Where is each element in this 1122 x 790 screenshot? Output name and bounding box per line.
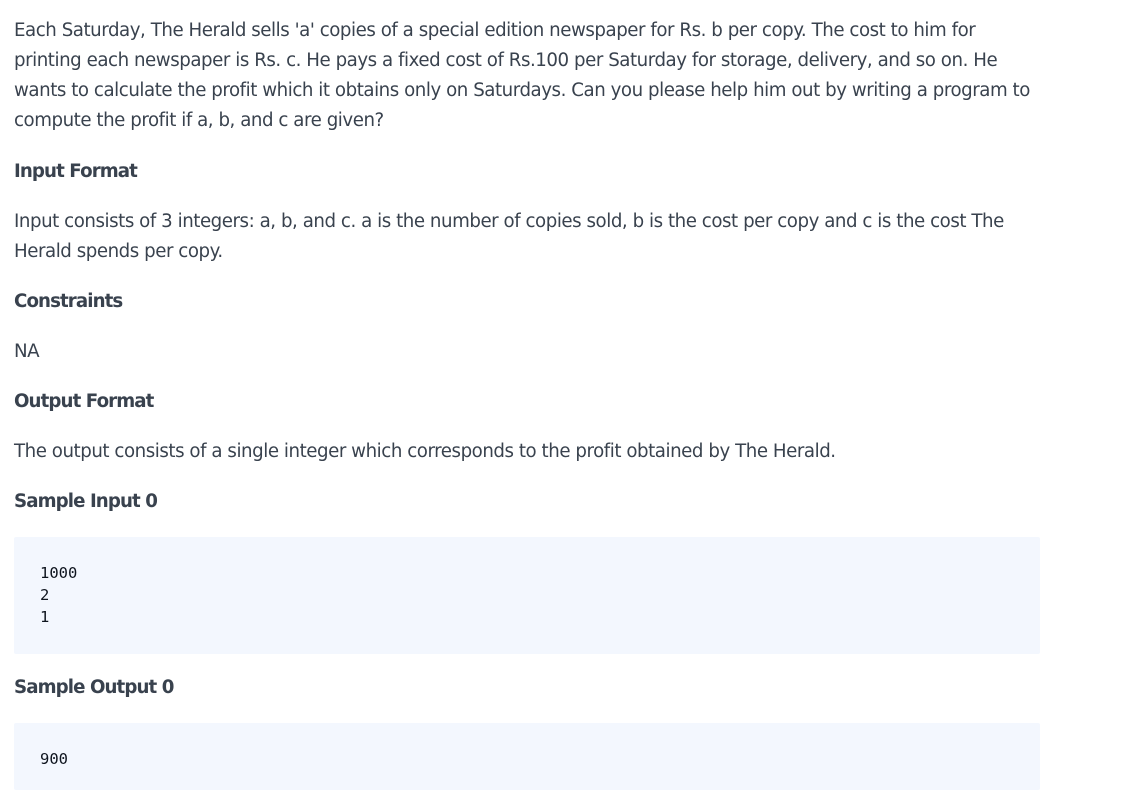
sample-output-heading: Sample Output 0 [14, 677, 174, 698]
problem-description: Each Saturday, The Herald sells 'a' copi… [14, 20, 1030, 131]
input-format-text: Input consists of 3 integers: a, b, and … [14, 211, 1004, 262]
output-format-heading: Output Format [14, 391, 154, 412]
problem-statement: Each Saturday, The Herald sells 'a' copi… [14, 16, 1044, 790]
constraints-text: NA [14, 341, 40, 362]
input-format-heading: Input Format [14, 161, 138, 182]
sample-input-code[interactable]: 1000 2 1 [40, 562, 1040, 628]
output-format-text: The output consists of a single integer … [14, 441, 836, 462]
sample-input-heading: Sample Input 0 [14, 491, 158, 512]
constraints-heading: Constraints [14, 291, 123, 312]
sample-output-codebox[interactable]: 900 [14, 723, 1040, 790]
sample-output-code[interactable]: 900 [40, 748, 1040, 770]
sample-input-codebox[interactable]: 1000 2 1 [14, 537, 1040, 654]
